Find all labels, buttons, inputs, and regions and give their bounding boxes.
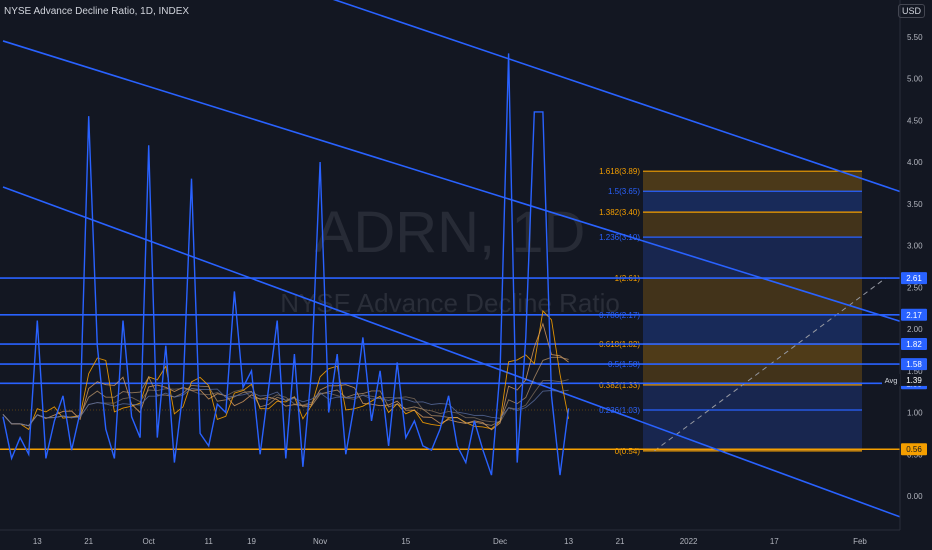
price-badge-label: 1.82 [906,340,922,349]
fib-zone [643,171,862,192]
x-tick-label: 17 [770,537,779,546]
fib-zone [643,314,862,345]
fib-level-label: 1.382(3.40) [599,208,640,217]
price-badge-label: 2.61 [906,274,922,283]
y-tick-label: 3.00 [907,242,923,251]
x-tick-label: Nov [313,537,327,546]
x-tick-label: Feb [853,537,867,546]
x-tick-label: 19 [247,537,256,546]
fib-level-label: 1.618(3.89) [599,167,640,176]
y-tick-label: 4.50 [907,116,923,125]
currency-button[interactable]: USD [897,4,925,18]
fib-level-label: 1.5(3.65) [608,187,640,196]
fib-level-label: 0(0.54) [615,447,641,456]
x-tick-label: 2022 [680,537,698,546]
y-tick-label: 2.50 [907,283,923,292]
watermark-name: NYSE Advance Decline Ratio [280,288,620,318]
price-badge-label: 0.56 [906,445,922,454]
fib-zone [643,191,862,213]
fib-zone [643,344,862,365]
y-tick-label: 2.00 [907,325,923,334]
chart-canvas[interactable]: ADRN, 1DNYSE Advance Decline Ratio1.618(… [0,0,932,550]
chart-title: NYSE Advance Decline Ratio, 1D, INDEX [4,6,190,17]
x-tick-label: 11 [205,537,214,546]
fib-zone [643,278,862,315]
x-tick-label: 21 [84,537,93,546]
y-tick-label: 0.00 [907,492,923,501]
fib-zone [643,212,862,238]
fib-zone [643,237,862,279]
fib-zone [643,384,862,410]
x-tick-label: Oct [142,537,155,546]
y-tick-label: 5.50 [907,33,923,42]
y-tick-label: 3.50 [907,200,923,209]
fib-level-label: 0.382(1.33) [599,381,640,390]
fib-zone [643,409,862,451]
y-tick-label: 5.00 [907,75,923,84]
x-tick-label: 15 [401,537,410,546]
x-tick-label: 13 [33,537,42,546]
avg-value: 1.39 [906,376,922,385]
fib-zone [643,364,862,385]
y-tick-label: 1.00 [907,409,923,418]
price-badge-label: 2.17 [906,311,922,320]
y-tick-label: 4.00 [907,158,923,167]
avg-label: Avg [885,376,898,385]
price-badge-label: 1.58 [906,360,922,369]
x-tick-label: 13 [564,537,573,546]
x-tick-label: Dec [493,537,507,546]
x-tick-label: 21 [616,537,625,546]
